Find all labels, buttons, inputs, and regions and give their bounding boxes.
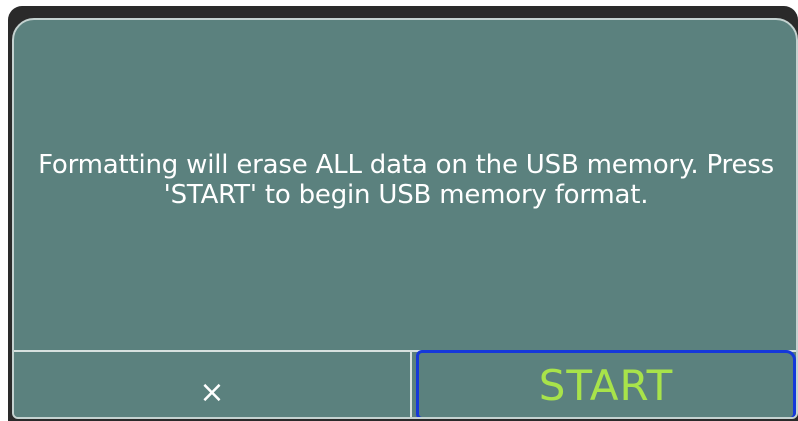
close-icon: × (199, 375, 225, 410)
dialog-message: Formatting will erase ALL data on the US… (38, 150, 774, 210)
start-button-label: START (538, 360, 674, 410)
format-usb-dialog: Formatting will erase ALL data on the US… (12, 18, 798, 419)
dialog-button-row: × START (14, 350, 796, 417)
cancel-button[interactable]: × (14, 352, 412, 417)
start-button[interactable]: START (416, 350, 796, 417)
